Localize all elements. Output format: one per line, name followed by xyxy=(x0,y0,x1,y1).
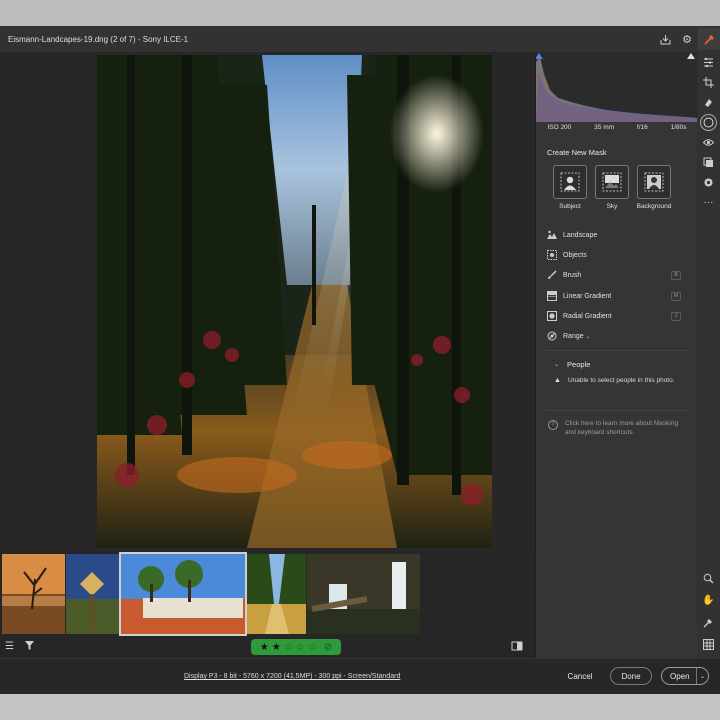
done-button[interactable]: Done xyxy=(610,667,652,685)
focal-length: 35 mm xyxy=(594,124,615,131)
background-mask-button[interactable]: Background xyxy=(637,165,671,210)
help-text: Click here to learn more about Masking a… xyxy=(565,420,679,436)
landscape-icon xyxy=(547,230,557,240)
chevron-down-icon: ⌄ xyxy=(554,362,560,368)
background-label: Background xyxy=(636,203,672,210)
open-button[interactable]: Open ⌄ xyxy=(661,667,709,685)
help-link[interactable]: ? Click here to learn more about Masking… xyxy=(548,420,688,437)
compare-icon[interactable] xyxy=(511,640,523,655)
grid-icon[interactable] xyxy=(700,636,717,653)
exif-info: ISO 200 35 mm f/16 1/80s xyxy=(536,124,698,138)
gear-icon[interactable]: ⚙ xyxy=(676,28,698,50)
tool-label: Radial Gradient xyxy=(563,312,612,320)
filmstrip-thumb-3[interactable] xyxy=(119,552,247,636)
chevron-down-icon[interactable]: ⌄ xyxy=(696,668,708,684)
chevron-down-icon: ⌄ xyxy=(585,333,591,340)
tool-landscape[interactable]: Landscape xyxy=(547,228,687,242)
brush-icon xyxy=(547,270,557,280)
divider xyxy=(546,410,688,411)
tool-range[interactable]: Range ⌄ xyxy=(547,329,687,343)
shutter-speed: 1/80s xyxy=(670,124,687,131)
background-icon xyxy=(637,165,671,199)
presets-icon[interactable] xyxy=(700,154,717,171)
sampler-icon[interactable] xyxy=(700,614,717,631)
top-chrome xyxy=(0,0,720,26)
radial-gradient-icon xyxy=(547,311,557,321)
filmstrip-thumb-4[interactable] xyxy=(247,554,306,634)
sky-label: Sky xyxy=(606,203,618,210)
help-icon: ? xyxy=(548,420,558,430)
snapshots-icon[interactable] xyxy=(700,174,717,191)
star-filled-icon[interactable]: ★ xyxy=(260,642,269,653)
title-bar: Eismann-Landcapes-19.dng (2 of 7) - Sony… xyxy=(0,26,720,52)
tool-brush[interactable]: Brush B xyxy=(547,268,687,282)
tool-objects[interactable]: Objects xyxy=(547,248,687,262)
create-mask-title: Create New Mask xyxy=(547,148,607,157)
filter-icon[interactable] xyxy=(24,640,35,654)
workflow-options-link[interactable]: Display P3 - 8 bit - 5760 x 7200 (41.5MP… xyxy=(184,673,400,680)
tool-label: Brush xyxy=(563,271,582,279)
people-title: People xyxy=(567,360,591,369)
tool-label: Linear Gradient xyxy=(563,292,612,300)
filmstrip-thumb-5[interactable] xyxy=(307,554,420,634)
edit-icon[interactable] xyxy=(698,28,720,50)
red-eye-icon[interactable] xyxy=(700,134,717,151)
people-warning-text: Unable to select people in this photo. xyxy=(567,377,675,384)
footer-bar: Display P3 - 8 bit - 5760 x 7200 (41.5MP… xyxy=(0,658,720,694)
star-empty-icon[interactable]: ☆ xyxy=(296,642,305,653)
range-icon xyxy=(547,331,557,341)
subject-label: Subject xyxy=(559,203,581,210)
mask-icon[interactable] xyxy=(700,114,717,131)
tool-radial-gradient[interactable]: Radial Gradient J xyxy=(547,309,687,323)
shortcut-badge: M xyxy=(671,291,681,301)
cancel-button[interactable]: Cancel xyxy=(560,667,600,685)
sky-icon xyxy=(595,165,629,199)
filmstrip xyxy=(0,552,535,636)
aperture: f/16 xyxy=(636,124,648,131)
window-title: Eismann-Landcapes-19.dng (2 of 7) - Sony… xyxy=(8,34,189,44)
subject-mask-button[interactable]: Subject xyxy=(553,165,587,210)
star-filled-icon[interactable]: ★ xyxy=(272,642,281,653)
objects-icon xyxy=(547,250,557,260)
people-section-header[interactable]: ⌄ People xyxy=(554,360,590,369)
filmstrip-toolbar: ☰ ★ ★ ☆ ☆ ☆ ⊘ xyxy=(0,636,535,658)
sort-icon[interactable]: ☰ xyxy=(5,641,14,652)
linear-gradient-icon xyxy=(547,291,557,301)
sky-mask-button[interactable]: Sky xyxy=(595,165,629,210)
right-toolstrip: ··· ✋ xyxy=(697,52,720,658)
zoom-icon[interactable] xyxy=(700,570,717,587)
star-rating[interactable]: ★ ★ ☆ ☆ ☆ ⊘ xyxy=(251,639,341,655)
shortcut-badge: J xyxy=(671,311,681,321)
filmstrip-thumb-1[interactable] xyxy=(2,554,65,634)
star-empty-icon[interactable]: ☆ xyxy=(308,642,317,653)
star-empty-icon[interactable]: ☆ xyxy=(284,642,293,653)
iso-value: ISO 200 xyxy=(547,124,572,131)
bottom-chrome xyxy=(0,694,720,720)
tool-label: Objects xyxy=(563,251,587,259)
more-icon[interactable]: ··· xyxy=(700,194,717,211)
shortcut-badge: B xyxy=(671,270,681,280)
hand-icon[interactable]: ✋ xyxy=(700,592,717,609)
tool-label: Landscape xyxy=(563,231,598,239)
tool-linear-gradient[interactable]: Linear Gradient M xyxy=(547,289,687,303)
masking-panel: ISO 200 35 mm f/16 1/80s Create New Mask… xyxy=(535,52,698,658)
filmstrip-thumb-2[interactable] xyxy=(66,554,119,634)
forest-photo[interactable] xyxy=(97,55,492,548)
reject-icon[interactable]: ⊘ xyxy=(324,642,332,653)
tool-label: Range xyxy=(563,332,584,340)
warning-icon: ▲ xyxy=(554,377,561,384)
crop-icon[interactable] xyxy=(700,74,717,91)
subject-icon xyxy=(553,165,587,199)
save-icon[interactable] xyxy=(654,28,676,50)
image-canvas[interactable] xyxy=(0,52,535,552)
open-label: Open xyxy=(670,671,690,681)
divider xyxy=(546,350,688,351)
heal-icon[interactable] xyxy=(700,94,717,111)
edit-sliders-icon[interactable] xyxy=(700,54,717,71)
histogram[interactable] xyxy=(535,52,698,122)
people-warning: ▲ Unable to select people in this photo. xyxy=(554,377,684,386)
